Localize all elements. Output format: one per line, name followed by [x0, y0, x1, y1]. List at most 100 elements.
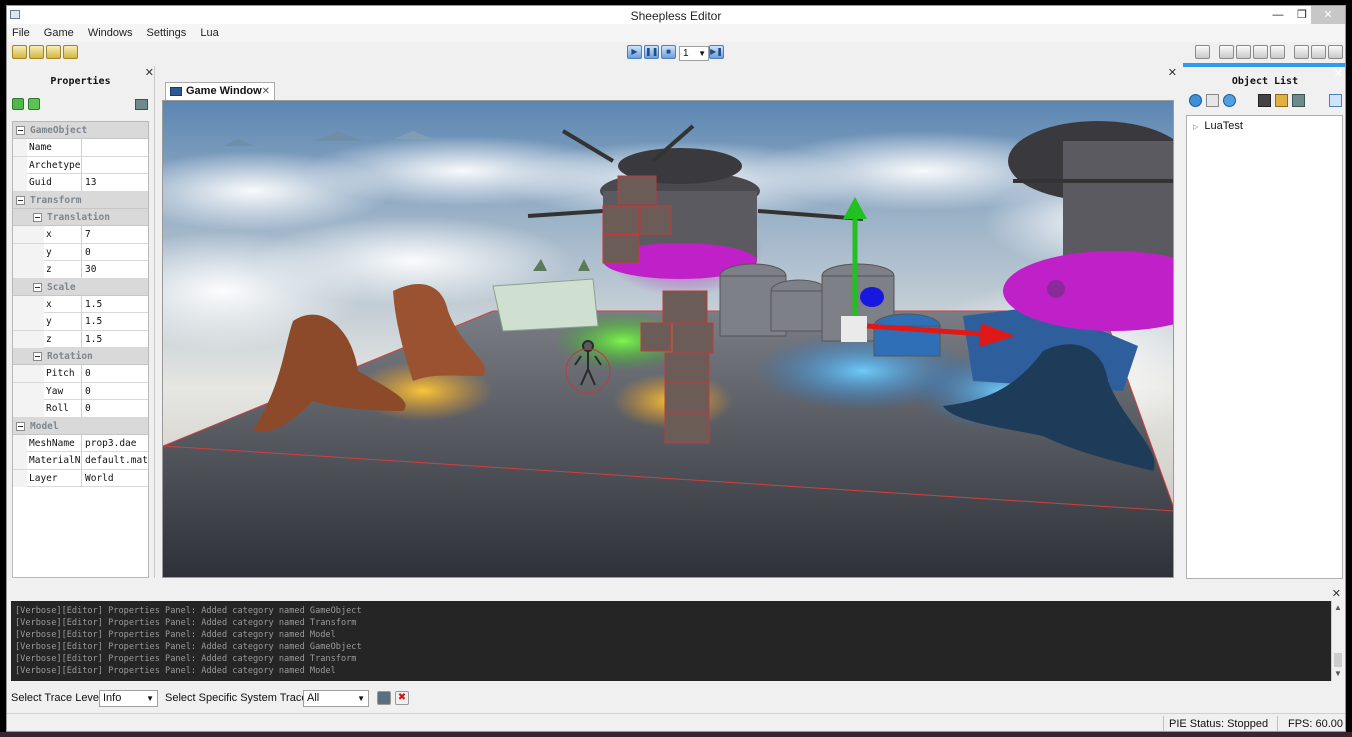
menu-game[interactable]: Game [39, 24, 80, 39]
category-row-scale[interactable]: Scale [13, 278, 148, 296]
properties-panel: ✕ Properties GameObject Name Archetype Guid… [7, 66, 155, 578]
os-taskbar [0, 732, 1352, 737]
trace-level-select[interactable]: Info ▼ [99, 690, 158, 707]
collapse-icon[interactable] [33, 352, 42, 362]
tab-close-icon[interactable]: ✕ [262, 83, 270, 100]
category-row-transform[interactable]: Transform [13, 191, 148, 209]
property-value[interactable]: World [81, 469, 148, 487]
collapse-icon[interactable] [16, 195, 25, 205]
clear-log-button[interactable]: ✖ [395, 691, 409, 705]
property-value[interactable]: 0 [81, 243, 148, 261]
monitor-trace-button[interactable] [377, 691, 391, 705]
title-bar[interactable]: Sheepless Editor — ❐ ✕ [7, 6, 1345, 24]
game-viewport[interactable] [162, 100, 1174, 578]
save-as-icon[interactable] [29, 45, 44, 59]
list-icon[interactable] [1206, 94, 1219, 107]
filter-icon[interactable] [1275, 94, 1288, 107]
scroll-down-icon[interactable]: ▼ [1334, 669, 1342, 678]
property-value[interactable]: 0 [81, 400, 148, 418]
property-row: y0 [13, 243, 148, 262]
property-value[interactable]: 13 [81, 174, 148, 192]
category-row-rotation[interactable]: Rotation [13, 348, 148, 366]
property-row: x7 [13, 226, 148, 244]
refresh-icon[interactable] [1223, 94, 1236, 107]
binoculars-icon[interactable] [1258, 94, 1271, 107]
category-row-translation[interactable]: Translation [13, 208, 148, 227]
log-close-button[interactable]: ✕ [1332, 587, 1341, 600]
window-layout-icon[interactable] [1294, 45, 1309, 59]
expand-triangle-icon[interactable]: ▷ [1193, 124, 1198, 131]
property-value[interactable] [81, 156, 148, 174]
property-value[interactable]: 0 [81, 365, 148, 383]
game-window-close-button[interactable]: ✕ [1168, 66, 1177, 79]
speed-select[interactable]: 1 ▼ [679, 46, 709, 61]
collapse-icon[interactable] [33, 282, 42, 292]
globe-icon[interactable] [1189, 94, 1202, 107]
row-gutter [13, 330, 44, 348]
property-key: Guid [29, 177, 52, 189]
trace-level-value: Info [103, 692, 122, 704]
category-row-model[interactable]: Model [13, 417, 148, 436]
menu-settings[interactable]: Settings [142, 24, 193, 39]
properties-view-icon[interactable] [135, 99, 148, 110]
stop-button[interactable]: ■ [661, 45, 676, 59]
open-level-icon[interactable] [46, 45, 61, 59]
log-output[interactable]: [Verbose][Editor] Properties Panel: Adde… [11, 601, 1331, 681]
window-title: Sheepless Editor [630, 9, 722, 23]
status-bar: PIE Status: Stopped FPS: 60.00 [7, 713, 1345, 731]
scroll-thumb[interactable] [1334, 653, 1342, 667]
window-restore-icon[interactable] [1311, 45, 1326, 59]
property-value[interactable]: default.mat [81, 452, 148, 470]
save-disk-icon[interactable] [1253, 45, 1268, 59]
trace-bar: Select Trace Level Info ▼ Select Specific… [7, 686, 1345, 710]
property-value[interactable]: 1.5 [81, 330, 148, 348]
property-row: z 1.5 [13, 330, 148, 349]
collapse-icon[interactable] [33, 212, 42, 222]
property-key: y [46, 316, 52, 328]
property-key: z [46, 264, 52, 276]
property-key: x [46, 298, 52, 310]
save-all-icon[interactable] [1270, 45, 1285, 59]
menu-file[interactable]: File [7, 24, 36, 39]
play-icon: ▶ [631, 47, 638, 56]
category-row-gameobject[interactable]: GameObject [13, 122, 148, 140]
property-row: Name [13, 139, 148, 157]
property-value[interactable]: 1.5 [81, 295, 148, 313]
window-tile-icon[interactable] [1328, 45, 1343, 59]
category-label: Translation [47, 211, 110, 223]
step-button[interactable]: ▶❚ [709, 45, 724, 59]
add-component-icon[interactable] [12, 98, 24, 110]
open-file-icon[interactable] [63, 45, 78, 59]
object-list-title: Object List [1231, 76, 1299, 87]
property-value[interactable]: 30 [81, 261, 148, 279]
save-icon[interactable] [12, 45, 27, 59]
add-property-icon[interactable] [28, 98, 40, 110]
menu-lua[interactable]: Lua [195, 24, 224, 39]
collapse-icon[interactable] [16, 126, 25, 135]
menu-windows[interactable]: Windows [83, 24, 139, 39]
copy-document-icon[interactable] [1236, 45, 1251, 59]
pause-button[interactable]: ❚❚ [644, 45, 659, 59]
chevron-down-icon: ▼ [357, 694, 365, 703]
property-value[interactable]: prop3.dae [81, 435, 148, 453]
property-value[interactable]: 0 [81, 382, 148, 400]
tree-item-luatest[interactable]: ▷ LuaTest [1193, 120, 1243, 132]
property-value[interactable]: 7 [81, 226, 148, 244]
collapse-icon[interactable] [16, 421, 25, 431]
property-key: x [46, 229, 52, 241]
log-scrollbar[interactable]: ▲ ▼ [1331, 601, 1343, 681]
tab-game-window[interactable]: Game Window ✕ [165, 82, 275, 100]
system-trace-select[interactable]: All ▼ [303, 690, 369, 707]
help-icon[interactable] [1329, 94, 1342, 107]
scroll-up-icon[interactable]: ▲ [1334, 603, 1342, 612]
close-button[interactable]: ✕ [1311, 6, 1345, 24]
view-icon[interactable] [1292, 94, 1305, 107]
new-document-icon[interactable] [1219, 45, 1234, 59]
minimize-button[interactable]: — [1265, 6, 1291, 24]
log-line: [Verbose][Editor] Properties Panel: Adde… [15, 654, 357, 664]
property-value[interactable]: 1.5 [81, 313, 148, 331]
export-icon[interactable] [1195, 45, 1210, 59]
play-button[interactable]: ▶ [627, 45, 642, 59]
property-value[interactable] [81, 139, 148, 157]
property-row: Archetype [13, 156, 148, 175]
